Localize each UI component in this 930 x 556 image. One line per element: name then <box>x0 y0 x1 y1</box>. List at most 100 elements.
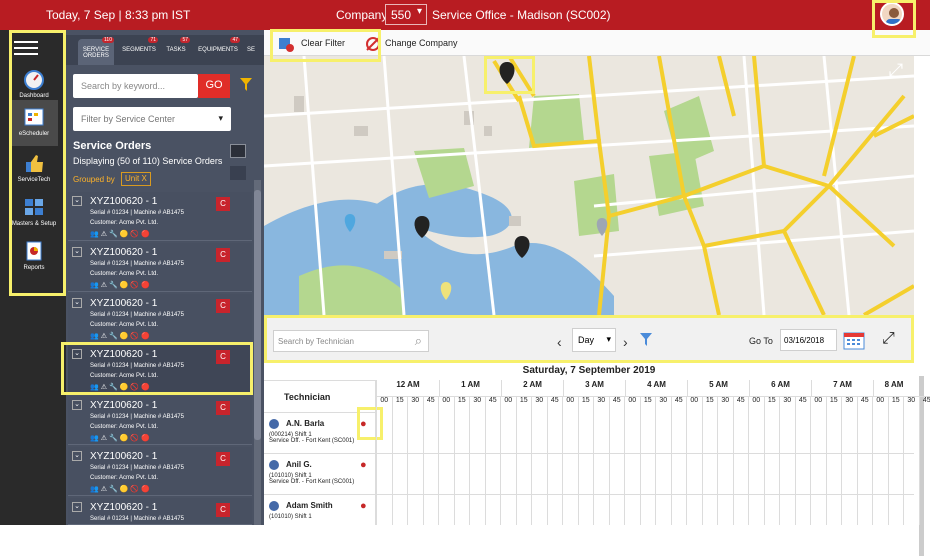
list-view-icon[interactable] <box>230 144 246 158</box>
grid-column-line <box>748 412 749 525</box>
street-map <box>264 56 914 315</box>
hour-header: 7 AM <box>811 380 873 396</box>
technician-avatar <box>269 460 279 470</box>
scrollbar-thumb[interactable] <box>254 190 261 440</box>
grid-column-line <box>810 412 811 525</box>
expand-checkbox[interactable]: ⌄ <box>72 298 82 308</box>
minute-header: 45 <box>919 396 930 412</box>
technician-row[interactable]: Adam Smith (101010) Shift 1 ● <box>264 494 376 525</box>
tab-tasks[interactable]: TASKS57 <box>162 39 190 65</box>
map-pin-icon[interactable]: ● <box>360 459 370 471</box>
order-id: XYZ100620 - 1 <box>90 349 157 360</box>
expand-checkbox[interactable]: ⌄ <box>72 502 82 512</box>
order-card[interactable]: ⌄ XYZ100620 - 1 Serial # 01234 | Machine… <box>68 396 252 445</box>
expand-checkbox[interactable]: ⌄ <box>72 451 82 461</box>
minute-header: 00 <box>748 396 764 412</box>
keyword-search-input[interactable]: Search by keyword... <box>73 74 198 98</box>
hour-header: 5 AM <box>687 380 749 396</box>
order-card[interactable]: ⌄ XYZ100620 - 1 Serial # 01234 | Machine… <box>68 243 252 292</box>
grid-column-line <box>485 412 486 525</box>
order-action-button[interactable]: C <box>216 503 230 517</box>
map-pin-icon[interactable]: ● <box>360 500 370 512</box>
order-card-selected[interactable]: ⌄ XYZ100620 - 1 Serial # 01234 | Machine… <box>68 345 252 394</box>
grid-settings-icon <box>22 196 46 218</box>
go-button[interactable]: GO <box>198 74 230 98</box>
panel-scrollbar[interactable] <box>254 180 261 525</box>
expand-checkbox[interactable]: ⌄ <box>72 247 82 257</box>
order-card[interactable]: ⌄ XYZ100620 - 1 Serial # 01234 | Machine… <box>68 498 252 525</box>
order-action-button[interactable]: C <box>216 452 230 466</box>
grid-row-line <box>376 453 914 454</box>
order-customer: Customer: Acme Pvt. Ltd. <box>90 424 158 430</box>
technician-row[interactable]: A.N. Barla (000214) Shift 1Service Off. … <box>264 412 376 453</box>
minute-header: 30 <box>717 396 733 412</box>
map-pin-icon[interactable]: ● <box>360 418 370 430</box>
order-meta: Serial # 01234 | Machine # AB1475 <box>90 261 184 267</box>
status-icons: 👥⚠🔧🟡🚫🔴 <box>90 281 152 289</box>
order-action-button[interactable]: C <box>216 299 230 313</box>
tab-segments[interactable]: SEGMENTS71 <box>120 39 158 65</box>
chevron-down-icon: ▾ <box>417 6 422 17</box>
order-action-button[interactable]: C <box>216 401 230 415</box>
hour-header: 6 AM <box>749 380 811 396</box>
technician-row[interactable]: Anil G. (101010) Shift 1Service Off. - F… <box>264 453 376 494</box>
calendar-icon[interactable] <box>843 330 865 350</box>
map-view[interactable] <box>264 56 914 315</box>
service-orders-title: Service Orders <box>73 140 151 152</box>
order-card[interactable]: ⌄ XYZ100620 - 1 Serial # 01234 | Machine… <box>68 447 252 496</box>
order-action-button[interactable]: C <box>216 350 230 364</box>
order-customer: Customer: Acme Pvt. Ltd. <box>90 475 158 481</box>
expand-checkbox[interactable]: ⌄ <box>72 400 82 410</box>
clear-filter-icon <box>278 36 294 52</box>
order-meta: Serial # 01234 | Machine # AB1475 <box>90 465 184 471</box>
minute-header: 45 <box>609 396 625 412</box>
order-card[interactable]: ⌄ XYZ100620 - 1 Serial # 01234 | Machine… <box>68 192 252 241</box>
minute-header: 45 <box>547 396 563 412</box>
grid-column-line <box>702 412 703 525</box>
hamburger-menu-icon[interactable] <box>14 37 38 55</box>
company-select[interactable]: 550 ▾ <box>385 4 427 25</box>
expand-checkbox[interactable]: ⌄ <box>72 349 82 359</box>
next-day-arrow-icon[interactable]: › <box>623 334 628 350</box>
status-icons: 👥⚠🔧🟡🚫🔴 <box>90 230 152 238</box>
user-avatar[interactable] <box>880 2 904 26</box>
view-select[interactable]: Day ▾ <box>572 328 616 352</box>
technician-search-input[interactable]: Search by Technician ⌕ <box>273 330 429 352</box>
tab-equipments[interactable]: EQUIPMENTS47 <box>196 39 240 65</box>
tab-service-orders[interactable]: SERVICE ORDERS110 <box>78 39 114 65</box>
nav-item-masters-setup[interactable]: Masters & Setup <box>10 190 58 236</box>
order-action-button[interactable]: C <box>216 248 230 262</box>
technician-avatar <box>269 419 279 429</box>
filter-funnel-icon[interactable] <box>640 333 652 347</box>
order-customer: Customer: Acme Pvt. Ltd. <box>90 373 158 379</box>
hour-header: 4 AM <box>625 380 687 396</box>
order-id: XYZ100620 - 1 <box>90 196 157 207</box>
grid-row-line <box>376 494 914 495</box>
service-center-select[interactable]: Filter by Service Center ▾ <box>73 107 231 131</box>
grid-view-icon[interactable] <box>230 166 246 180</box>
grid-column-line <box>609 412 610 525</box>
expand-checkbox[interactable]: ⌄ <box>72 196 82 206</box>
grid-column-line <box>717 412 718 525</box>
group-unit-chip[interactable]: Unit X <box>121 172 151 186</box>
order-action-button[interactable]: C <box>216 197 230 211</box>
expand-scheduler-icon[interactable]: ⤢ <box>882 330 902 350</box>
minute-header: 45 <box>857 396 873 412</box>
nav-item-escheduler[interactable]: eScheduler <box>10 100 58 146</box>
nav-item-reports[interactable]: Reports <box>10 234 58 280</box>
filter-icon[interactable] <box>240 78 252 92</box>
panel-tabs: SERVICE ORDERS110 SEGMENTS71 TASKS57 EQU… <box>66 35 264 65</box>
grid-column-line <box>624 412 625 525</box>
page-scrollbar[interactable] <box>914 56 930 525</box>
nav-label-dashboard: Dashboard <box>19 93 48 99</box>
previous-day-arrow-icon[interactable]: ‹ <box>557 334 562 350</box>
hour-header: 12 AM <box>376 380 439 396</box>
grid-column-line <box>500 412 501 525</box>
expand-map-icon[interactable]: ⤢ <box>885 60 907 82</box>
nav-item-servicetech[interactable]: ServiceTech <box>10 146 58 192</box>
go-to-date-input[interactable]: 03/16/2018 <box>780 329 837 351</box>
status-icons: 👥⚠🔧🟡🚫🔴 <box>90 383 152 391</box>
tab-se[interactable]: SE <box>244 39 258 65</box>
order-card[interactable]: ⌄ XYZ100620 - 1 Serial # 01234 | Machine… <box>68 294 252 343</box>
minute-header: 00 <box>438 396 454 412</box>
